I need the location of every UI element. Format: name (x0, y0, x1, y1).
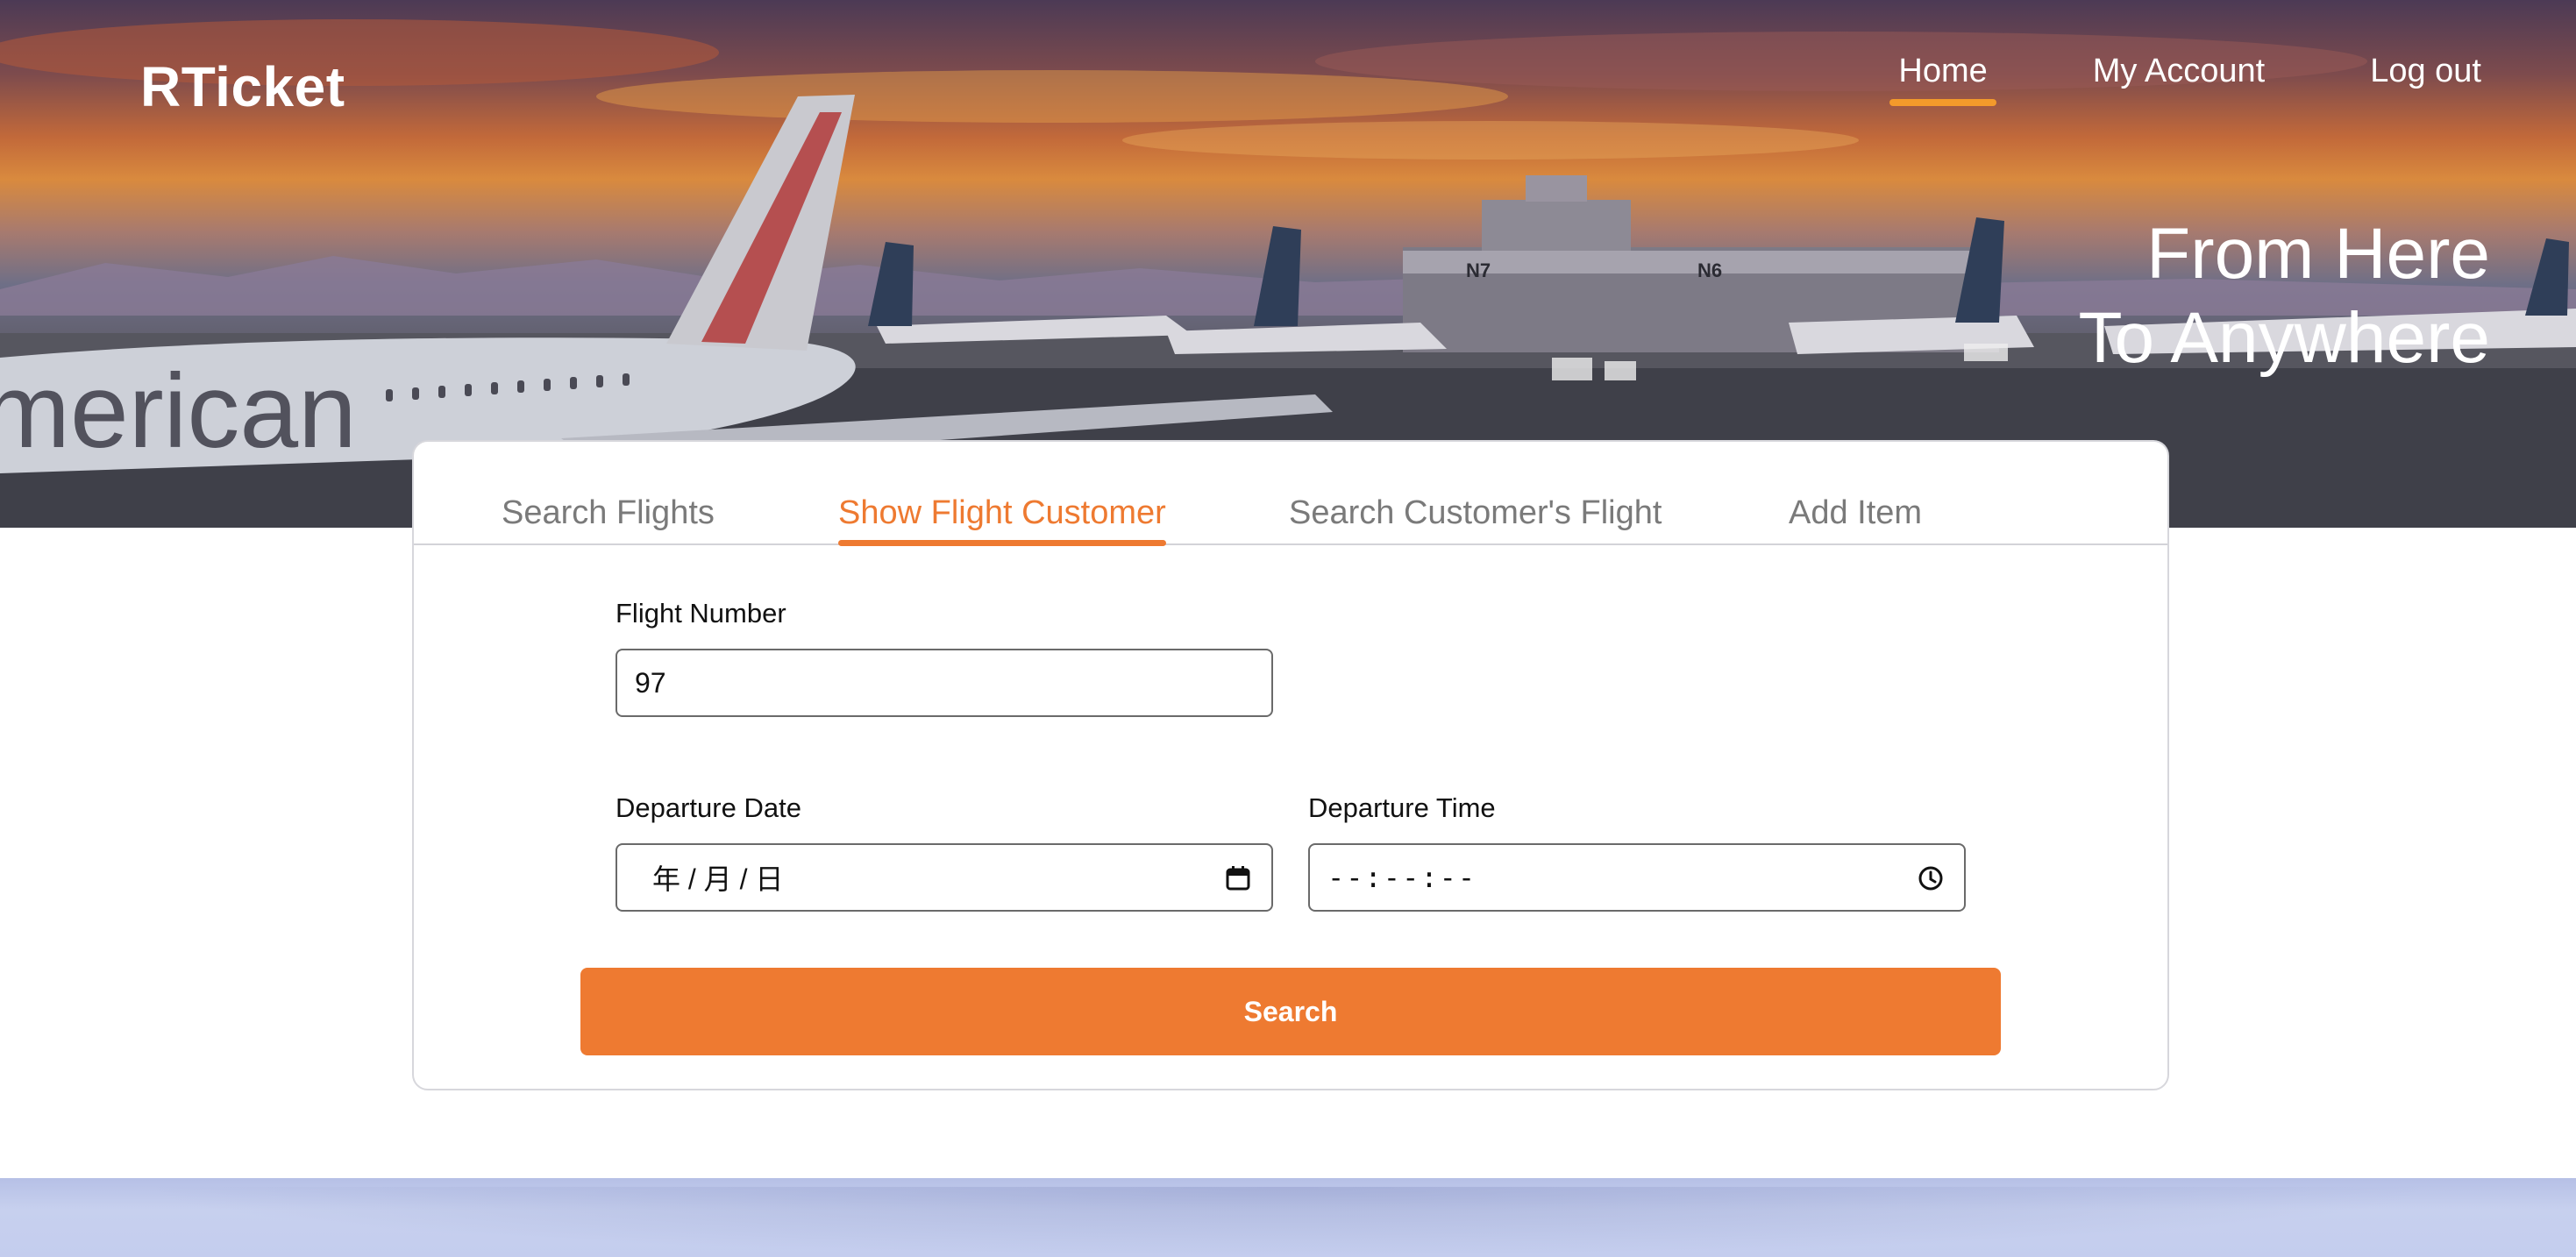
tagline-line-1: From Here (2146, 214, 2490, 294)
nav-log-out[interactable]: Log out (2370, 53, 2481, 104)
departure-time-label: Departure Time (1308, 792, 1496, 823)
nav-my-account[interactable]: My Account (2093, 53, 2265, 104)
tab-search-flights[interactable]: Search Flights (502, 494, 715, 541)
tab-show-flight-customer[interactable]: Show Flight Customer (838, 494, 1166, 546)
svg-text:N7: N7 (1466, 259, 1491, 281)
flight-number-label: Flight Number (616, 598, 786, 628)
departure-date-label: Departure Date (616, 792, 801, 823)
tab-add-item[interactable]: Add Item (1789, 494, 1922, 541)
footer-band (0, 1178, 2576, 1257)
svg-text:N6: N6 (1697, 259, 1722, 281)
flight-number-input[interactable]: 97 (616, 649, 1273, 717)
departure-time-placeholder: --:--:-- (1327, 861, 1477, 894)
tab-bar: Search Flights Show Flight Customer Sear… (414, 442, 2167, 546)
tagline-line-2: To Anywhere (2078, 298, 2491, 378)
brand-logo[interactable]: RTicket (140, 54, 345, 119)
departure-date-input[interactable]: 年 / 月 / 日 (616, 843, 1273, 912)
search-card: Search Flights Show Flight Customer Sear… (412, 440, 2169, 1090)
tab-search-customers-flight[interactable]: Search Customer's Flight (1289, 494, 1662, 541)
flight-number-value: 97 (635, 666, 666, 699)
hero-tagline: From Here To Anywhere (2079, 212, 2491, 380)
calendar-icon[interactable] (1224, 864, 1252, 892)
top-nav: Home My Account Log out (1793, 53, 2481, 106)
departure-date-placeholder: 年 / 月 / 日 (652, 863, 784, 895)
nav-home[interactable]: Home (1889, 53, 1997, 106)
search-button[interactable]: Search (580, 968, 2001, 1055)
svg-text:merican: merican (0, 352, 357, 470)
departure-time-input[interactable]: --:--:-- (1308, 843, 1966, 912)
clock-icon[interactable] (1917, 864, 1945, 892)
